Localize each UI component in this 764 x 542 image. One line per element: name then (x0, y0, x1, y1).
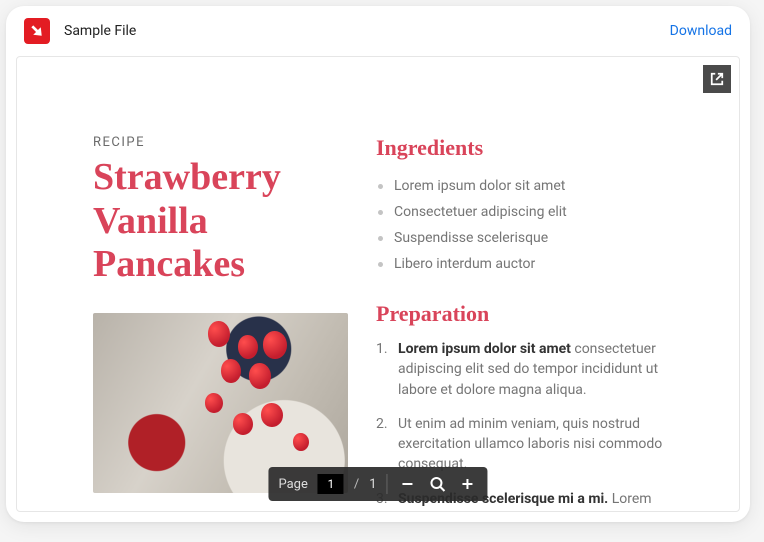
page-toolbar: Page 1 / 1 (268, 467, 487, 501)
zoom-reset-button[interactable] (428, 474, 448, 494)
page-label: Page (278, 477, 307, 492)
ingredients-heading: Ingredients (376, 135, 679, 161)
popout-button[interactable] (703, 65, 731, 93)
pdf-viewer: RECIPE Strawberry Vanilla Pancakes Ingre… (16, 56, 740, 512)
file-title: Sample File (64, 23, 136, 39)
toolbar-divider (387, 474, 388, 494)
list-item: Suspendisse scelerisque (376, 225, 679, 251)
list-item: Lorem ipsum dolor sit amet (376, 173, 679, 199)
list-item: Libero interdum auctor (376, 251, 679, 277)
doc-left-column: RECIPE Strawberry Vanilla Pancakes (93, 135, 348, 511)
page-separator: / (354, 477, 359, 492)
eyebrow-label: RECIPE (93, 135, 348, 150)
document-page: RECIPE Strawberry Vanilla Pancakes Ingre… (17, 57, 739, 511)
plus-icon (461, 477, 475, 491)
list-item: Consectetuer adipiscing elit (376, 199, 679, 225)
magnifier-icon (430, 476, 446, 492)
ingredients-list: Lorem ipsum dolor sit amet Consectetuer … (376, 173, 679, 277)
external-link-icon (710, 72, 724, 86)
list-item: Lorem ipsum dolor sit amet consectetuer … (376, 339, 679, 414)
minus-icon (401, 477, 415, 491)
step-rest: Ut enim ad minim veniam, quis nostrud ex… (398, 416, 662, 473)
step-lead: Lorem ipsum dolor sit amet (398, 341, 571, 357)
current-page-input[interactable]: 1 (318, 474, 344, 494)
zoom-in-button[interactable] (458, 474, 478, 494)
recipe-title: Strawberry Vanilla Pancakes (93, 156, 348, 287)
app-card: Sample File Download RECIPE Strawberry V… (6, 6, 750, 522)
total-pages: 1 (369, 477, 376, 492)
download-link[interactable]: Download (670, 23, 732, 39)
topbar: Sample File Download (6, 6, 750, 56)
pdf-icon (24, 18, 50, 44)
doc-right-column: Ingredients Lorem ipsum dolor sit amet C… (376, 135, 679, 511)
zoom-out-button[interactable] (398, 474, 418, 494)
preparation-heading: Preparation (376, 301, 679, 327)
